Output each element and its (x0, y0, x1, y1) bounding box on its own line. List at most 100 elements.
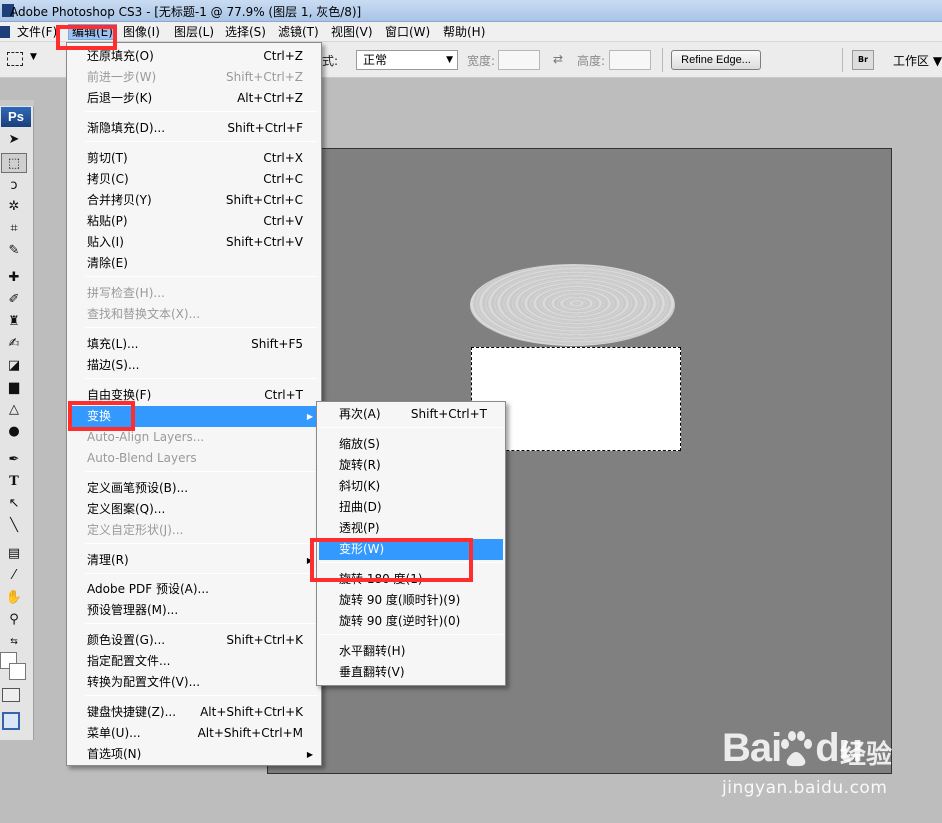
menu-filter[interactable]: 滤镜(T) (275, 24, 322, 40)
marquee-preset-icon[interactable] (7, 52, 23, 66)
edit-menu-item[interactable]: 粘贴(P) Ctrl+V (69, 211, 319, 232)
toolbox-grip[interactable] (0, 100, 34, 106)
edit-menu-item[interactable]: 键盘快捷键(Z)... Alt+Shift+Ctrl+K (69, 702, 319, 723)
title-bar: Adobe Photoshop CS3 - [无标题-1 @ 77.9% (图层… (0, 0, 942, 22)
menu-separator (319, 427, 503, 428)
transform-menu-item[interactable]: 再次(A) Shift+Ctrl+T (319, 404, 503, 425)
menu-item-label: 拼写检查(H)... (87, 286, 165, 300)
menu-item-label: 描边(S)... (87, 358, 140, 372)
menu-bar: 文件(F) 编辑(E) 图像(I) 图层(L) 选择(S) 滤镜(T) 视图(V… (0, 22, 942, 42)
transform-menu-item[interactable]: 斜切(K) (319, 476, 503, 497)
menu-item-label: 水平翻转(H) (339, 644, 406, 658)
menu-item-label: 预设管理器(M)... (87, 603, 179, 617)
transform-menu-item[interactable]: 水平翻转(H) (319, 641, 503, 662)
transform-menu-item[interactable]: 扭曲(D) (319, 497, 503, 518)
healing-brush-tool-icon[interactable]: ✚ (1, 268, 27, 288)
menu-layer[interactable]: 图层(L) (171, 24, 217, 40)
eraser-tool-icon[interactable]: ◪ (1, 356, 27, 376)
menu-help[interactable]: 帮助(H) (440, 24, 488, 40)
edit-menu-item[interactable]: 填充(L)... Shift+F5 (69, 334, 319, 355)
edit-menu-item[interactable]: 颜色设置(G)... Shift+Ctrl+K (69, 630, 319, 651)
menu-view[interactable]: 视图(V) (328, 24, 376, 40)
edit-menu-item[interactable]: 预设管理器(M)... (69, 600, 319, 621)
type-tool-icon[interactable]: T (1, 472, 27, 492)
menu-window[interactable]: 窗口(W) (382, 24, 433, 40)
edit-menu-item[interactable]: 拷贝(C) Ctrl+C (69, 169, 319, 190)
menu-select[interactable]: 选择(S) (222, 24, 269, 40)
bridge-icon[interactable]: Br (852, 50, 874, 70)
blur-tool-icon[interactable]: △ (1, 400, 27, 420)
refine-edge-button[interactable]: Refine Edge... (671, 50, 761, 70)
menu-item-label: 再次(A) (339, 407, 381, 421)
edit-menu-item[interactable]: 描边(S)... (69, 355, 319, 376)
dodge-tool-icon[interactable]: ● (1, 422, 27, 442)
hand-tool-icon[interactable]: ✋ (1, 588, 27, 608)
chevron-down-icon[interactable]: ▼ (30, 52, 37, 62)
height-input[interactable] (609, 50, 651, 70)
notes-tool-icon[interactable]: ▤ (1, 544, 27, 564)
pen-tool-icon[interactable]: ✒ (1, 450, 27, 470)
magic-wand-tool-icon[interactable]: ✲ (1, 197, 27, 217)
edit-menu-item[interactable]: 菜单(U)... Alt+Shift+Ctrl+M (69, 723, 319, 744)
menu-separator (85, 276, 317, 277)
divider (662, 48, 663, 72)
path-selection-tool-icon[interactable]: ↖ (1, 494, 27, 514)
swap-icon[interactable]: ⇄ (553, 52, 563, 66)
style-select[interactable]: 正常 ▼ (356, 50, 458, 70)
lasso-tool-icon[interactable]: ↄ (1, 176, 27, 196)
edit-menu-item[interactable]: 指定配置文件... (69, 651, 319, 672)
edit-menu-item[interactable]: Adobe PDF 预设(A)... (69, 579, 319, 600)
edit-menu-item[interactable]: 合并拷贝(Y) Shift+Ctrl+C (69, 190, 319, 211)
transform-menu-item[interactable]: 透视(P) (319, 518, 503, 539)
menu-item-label: 定义图案(Q)... (87, 502, 166, 516)
workspace-button[interactable]: 工作区 ▼ (893, 52, 942, 69)
edit-menu-item: 查找和替换文本(X)... (69, 304, 319, 325)
slice-tool-icon[interactable]: ✎ (1, 241, 27, 261)
edit-menu-item[interactable]: 首选项(N) ▶ (69, 744, 319, 765)
ripple-ellipse-layer (470, 264, 675, 346)
edit-menu-item[interactable]: 定义图案(Q)... (69, 499, 319, 520)
edit-menu-item[interactable]: 清理(R) ▶ (69, 550, 319, 571)
crop-tool-icon[interactable]: ⌗ (1, 219, 27, 239)
transform-menu-item[interactable]: 缩放(S) (319, 434, 503, 455)
menu-item-label: 旋转(R) (339, 458, 381, 472)
edit-menu-item[interactable]: 清除(E) (69, 253, 319, 274)
edit-menu-item[interactable]: 剪切(T) Ctrl+X (69, 148, 319, 169)
screen-mode-icon[interactable] (2, 712, 20, 730)
move-tool-icon[interactable]: ➤ (1, 130, 27, 150)
brush-tool-icon[interactable]: ✐ (1, 290, 27, 310)
menu-image[interactable]: 图像(I) (120, 24, 163, 40)
menu-item-label: 前进一步(W) (87, 70, 157, 84)
transform-menu-item[interactable]: 旋转 90 度(逆时针)(0) (319, 611, 503, 632)
menu-item-label: 旋转 90 度(顺时针)(9) (339, 593, 461, 607)
eyedropper-tool-icon[interactable]: ⁄ (1, 566, 27, 586)
quick-mask-icon[interactable] (2, 688, 20, 702)
photoshop-menu-icon[interactable] (0, 26, 10, 38)
transform-menu-item[interactable]: 旋转 90 度(顺时针)(9) (319, 590, 503, 611)
transform-menu-item[interactable]: 垂直翻转(V) (319, 662, 503, 683)
menu-file[interactable]: 文件(F) (14, 24, 60, 40)
width-label: 宽度: (467, 54, 496, 68)
edit-menu-item[interactable]: 转换为配置文件(V)... (69, 672, 319, 693)
edit-menu-item[interactable]: 定义画笔预设(B)... (69, 478, 319, 499)
edit-menu-item[interactable]: 渐隐填充(D)... Shift+Ctrl+F (69, 118, 319, 139)
background-color-swatch[interactable] (9, 663, 26, 680)
zoom-tool-icon[interactable]: ⚲ (1, 610, 27, 630)
clone-stamp-tool-icon[interactable]: ♜ (1, 312, 27, 332)
paw-icon (781, 731, 812, 767)
edit-menu-item[interactable]: 后退一步(K) Alt+Ctrl+Z (69, 88, 319, 109)
menu-item-label: 合并拷贝(Y) (87, 193, 152, 207)
style-label: 式: (322, 54, 339, 68)
swap-colors-icon[interactable]: ⇆ (1, 632, 27, 652)
transform-menu-item[interactable]: 旋转(R) (319, 455, 503, 476)
marquee-tool-icon[interactable]: ⬚ (1, 153, 27, 173)
edit-menu-item[interactable]: 贴入(I) Shift+Ctrl+V (69, 232, 319, 253)
menu-item-label: 缩放(S) (339, 437, 380, 451)
annotation-box-warp (310, 538, 473, 582)
history-brush-tool-icon[interactable]: ✍ (1, 334, 27, 354)
line-tool-icon[interactable]: ╲ (1, 516, 27, 536)
edit-menu-item: 定义自定形状(J)... (69, 520, 319, 541)
width-input[interactable] (498, 50, 540, 70)
submenu-arrow-icon: ▶ (306, 750, 313, 759)
gradient-tool-icon[interactable]: ▆ (1, 378, 27, 398)
